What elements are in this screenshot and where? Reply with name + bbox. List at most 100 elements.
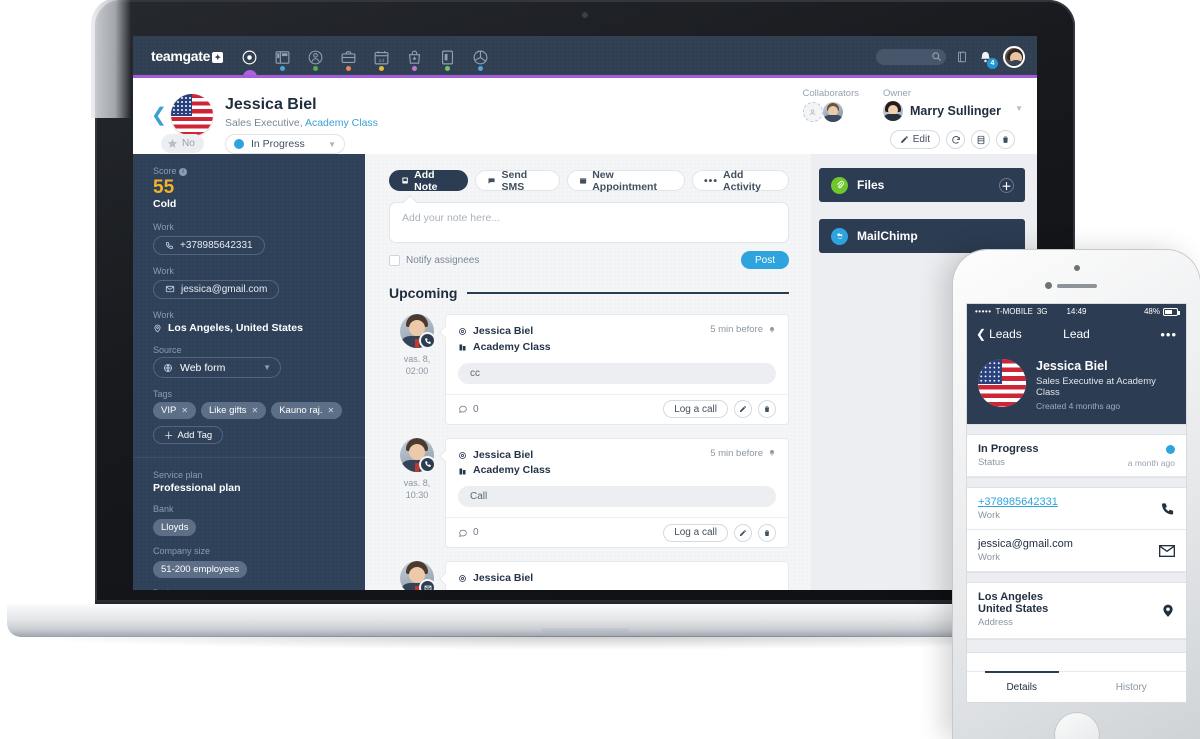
edit-activity-button[interactable] [734, 400, 752, 418]
sidebar-score-block: Score i 55 Cold [133, 166, 365, 210]
log-a-call-button[interactable]: Log a call [663, 523, 728, 542]
phone-row-address[interactable]: Los Angeles United States Address [967, 583, 1186, 639]
search-input[interactable] [876, 49, 946, 65]
sidebar-address-block: Work Los Angeles, United States [133, 310, 365, 334]
phone-pill[interactable]: +378985642331 [153, 235, 265, 255]
collaborator-avatar[interactable] [822, 102, 843, 122]
delete-activity-button[interactable] [758, 400, 776, 418]
tab-add-activity[interactable]: ••• Add Activity [692, 169, 789, 193]
owner-chevron-down-icon[interactable]: ▼ [1015, 104, 1023, 113]
upcoming-section-header: Upcoming [389, 285, 789, 301]
edit-button[interactable]: Edit [889, 130, 940, 149]
favorite-label: No [182, 138, 195, 149]
email-pill[interactable]: jessica@gmail.com [153, 279, 280, 299]
status-label: In Progress [251, 138, 305, 150]
nav-dot-analytics [478, 66, 483, 71]
network-type: 3G [1036, 307, 1048, 316]
panel-mailchimp[interactable]: MailChimp [819, 219, 1025, 253]
edit-label: Edit [912, 134, 930, 145]
person-target-icon [459, 328, 466, 336]
phone-more-icon[interactable]: ••• [1160, 327, 1177, 342]
nav-item-deals[interactable] [332, 36, 365, 78]
app-logo[interactable]: teamgate ✦ [151, 48, 224, 64]
delete-button[interactable] [996, 130, 1015, 149]
tag-label: Kauno raj. [279, 405, 323, 417]
score-value: 55 [153, 177, 175, 198]
favorite-toggle[interactable]: No [161, 134, 204, 153]
user-avatar[interactable] [1003, 46, 1025, 68]
activity-subject[interactable]: cc [458, 362, 776, 384]
nav-item-reports[interactable] [431, 36, 464, 78]
comment-count-value: 0 [473, 527, 479, 538]
phone-icon[interactable] [1160, 501, 1175, 516]
note-composer: Add your note here... [389, 202, 789, 243]
delete-activity-button[interactable] [758, 523, 776, 542]
nav-item-analytics[interactable] [464, 36, 497, 78]
nav-dot-pipeline [280, 66, 285, 71]
nav-item-calendar[interactable]: 24 [365, 36, 398, 78]
nav-dot-products [412, 66, 417, 71]
activity-card-body: 5 min before Jessica Biel Academy Class … [446, 439, 788, 518]
add-file-button[interactable]: ＋ [999, 177, 1014, 193]
pin-icon[interactable] [1161, 603, 1175, 619]
phone-tab-details[interactable]: Details [967, 671, 1077, 702]
phone-address-city: Los Angeles [978, 591, 1043, 603]
comment-count[interactable]: 0 [458, 527, 479, 538]
notifications-bell[interactable]: 4 [978, 50, 998, 69]
note-input[interactable]: Add your note here... [389, 202, 789, 243]
phone-row-email[interactable]: jessica@gmail.com Work [967, 530, 1186, 572]
activity-card-body: 5 min before Jessica Biel Academy Class … [446, 315, 788, 394]
tab-new-appointment[interactable]: New Appointment [567, 169, 685, 193]
call-type-icon [419, 332, 436, 349]
phone-email-label: Work [978, 552, 1000, 563]
tag-chip[interactable]: Kauno raj. ✕ [271, 402, 343, 420]
remove-tag-icon[interactable]: ✕ [181, 406, 188, 415]
lead-company-link[interactable]: Academy Class [305, 117, 378, 129]
owner-row[interactable]: Marry Sullinger ▼ [883, 101, 1023, 121]
tab-send-sms[interactable]: Send SMS [475, 169, 561, 193]
phone-nav-bar: ❮ Leads Lead ••• [967, 319, 1186, 349]
comment-count[interactable]: 0 [458, 404, 479, 415]
nav-item-contacts[interactable] [299, 36, 332, 78]
panel-files[interactable]: Files ＋ [819, 168, 1025, 202]
tab-add-note[interactable]: Add Note [389, 169, 469, 193]
globe-icon [164, 364, 172, 372]
tag-label: Like gifts [209, 405, 247, 417]
notify-assignees-checkbox[interactable] [389, 254, 400, 266]
header-actions: Edit [889, 130, 1015, 149]
nav-item-dashboard[interactable] [233, 36, 266, 84]
section-rule [467, 292, 789, 294]
back-arrow-icon[interactable]: ❮ [151, 104, 167, 127]
post-button[interactable]: Post [740, 251, 789, 269]
phone-number-value[interactable]: +378985642331 [978, 496, 1175, 508]
tag-chip[interactable]: Like gifts ✕ [201, 402, 267, 420]
phone-number-label: Work [978, 510, 1000, 521]
phone-home-button[interactable] [1053, 712, 1100, 739]
nav-right-cluster: 4 [876, 36, 1025, 78]
brand-mark-icon: ✦ [212, 52, 224, 63]
activity-date-day: vas. 8, [403, 477, 431, 488]
remove-tag-icon[interactable]: ✕ [252, 406, 259, 415]
mail-icon[interactable] [1159, 544, 1175, 557]
remove-tag-icon[interactable]: ✕ [328, 406, 335, 415]
refresh-button[interactable] [946, 130, 965, 149]
phone-row-phone[interactable]: +378985642331 Work [967, 488, 1186, 530]
merge-button[interactable] [971, 130, 990, 149]
phone-back-button[interactable]: ❮ Leads [976, 327, 1022, 341]
svg-text:24: 24 [379, 57, 385, 63]
phone-row-status[interactable]: In Progress Status a month ago [967, 435, 1186, 477]
add-collaborator-button[interactable] [802, 102, 823, 122]
log-a-call-button[interactable]: Log a call [663, 400, 728, 418]
phone-tab-history[interactable]: History [1077, 672, 1187, 702]
status-dropdown[interactable]: In Progress ▼ [225, 134, 345, 154]
tag-chip[interactable]: VIP ✕ [153, 402, 197, 420]
budget-label: Budget [153, 588, 345, 590]
nav-item-products[interactable] [398, 36, 431, 78]
nav-item-pipeline[interactable] [266, 36, 299, 78]
activity-subject[interactable]: Call [458, 486, 776, 507]
info-icon[interactable]: i [179, 168, 188, 176]
add-tag-button[interactable]: ＋ Add Tag [153, 426, 224, 445]
source-select[interactable]: Web form ▼ [153, 357, 281, 379]
notes-icon[interactable] [956, 50, 968, 64]
edit-activity-button[interactable] [734, 523, 752, 542]
